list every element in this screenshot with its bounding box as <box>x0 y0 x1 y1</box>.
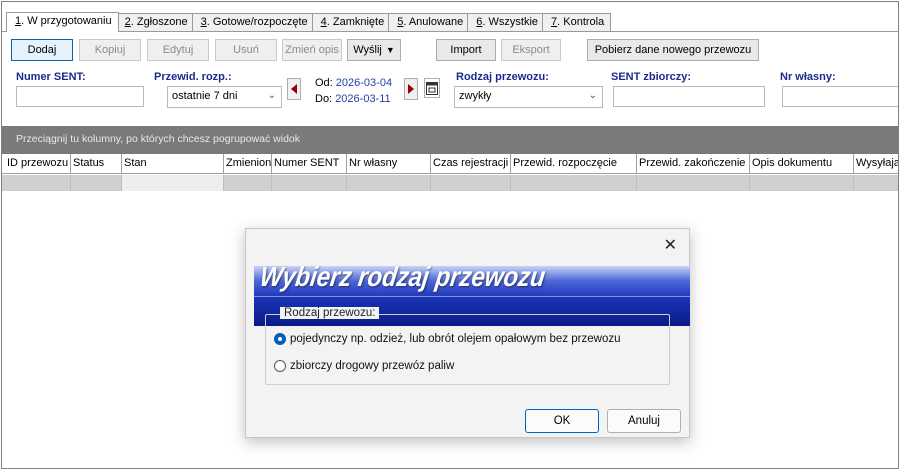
filter-cell[interactable] <box>347 175 431 191</box>
send-dropdown-button[interactable]: Wyślij ▼ <box>347 39 401 61</box>
tab-gotowe-rozpoczete[interactable]: 3. Gotowe/rozpoczęte <box>191 13 315 31</box>
arrow-left-icon <box>291 84 297 94</box>
transport-type-dialog: ✕ Wybierz rodzaj przewozu Rodzaj przewoz… <box>245 228 690 438</box>
tab-zgloszone[interactable]: 2. Zgłoszone <box>115 13 195 31</box>
planned-start-select[interactable]: ostatnie 7 dni ⌄ <box>167 86 282 108</box>
import-button[interactable]: Import <box>436 39 496 61</box>
filter-cell[interactable] <box>637 175 750 191</box>
column-header[interactable]: ID przewozu <box>5 154 71 174</box>
sent-number-label: Numer SENT: <box>16 71 86 83</box>
filter-cell[interactable] <box>71 175 122 191</box>
own-number-label: Nr własny: <box>780 71 836 83</box>
column-header[interactable]: Zmieniony <box>224 154 272 174</box>
grid-filter-row <box>2 175 898 191</box>
transport-type-select[interactable]: zwykły ⌄ <box>454 86 603 108</box>
date-to[interactable]: Do: 2026-03-11 <box>315 93 391 105</box>
fetch-new-transport-button[interactable]: Pobierz dane nowego przewozu <box>587 39 759 61</box>
filter-cell[interactable] <box>511 175 637 191</box>
filter-cell[interactable] <box>431 175 511 191</box>
collective-sent-input[interactable] <box>613 86 765 107</box>
change-description-button[interactable]: Zmień opis <box>282 39 342 61</box>
tab-strip: 1. W przygotowaniu 2. Zgłoszone 3. Gotow… <box>2 10 898 32</box>
column-header[interactable]: Numer SENT <box>272 154 347 174</box>
option-single[interactable]: pojedynczy np. odzież, lub obrót olejem … <box>274 333 621 345</box>
column-header[interactable]: Status <box>71 154 122 174</box>
chevron-down-icon: ▼ <box>385 45 395 55</box>
edit-button[interactable]: Edytuj <box>147 39 209 61</box>
arrow-right-icon <box>408 84 414 94</box>
option-collective[interactable]: zbiorczy drogowy przewóz paliw <box>274 360 454 372</box>
tab-w-przygotowaniu[interactable]: 1. W przygotowaniu <box>6 12 119 32</box>
sent-number-input[interactable] <box>16 86 144 107</box>
column-header[interactable]: Nr własny <box>347 154 431 174</box>
column-header[interactable]: Przewid. zakończenie <box>637 154 750 174</box>
chevron-down-icon: ⌄ <box>588 90 597 101</box>
tab-kontrola[interactable]: 7. Kontrola <box>542 13 612 31</box>
tab-zamkniete[interactable]: 4. Zamknięte <box>311 13 392 31</box>
group-by-panel[interactable]: Przeciągnij tu kolumny, po których chces… <box>2 126 898 154</box>
transport-type-group: Rodzaj przewozu: pojedynczy np. odzież, … <box>265 307 670 385</box>
filter-cell[interactable] <box>122 175 224 191</box>
column-header[interactable]: Stan <box>122 154 224 174</box>
tab-wszystkie[interactable]: 6. Wszystkie <box>467 13 546 31</box>
chevron-down-icon: ⌄ <box>267 90 276 101</box>
column-header[interactable]: Opis dokumentu <box>750 154 854 174</box>
tab-anulowane[interactable]: 5. Anulowane <box>388 13 471 31</box>
filter-cell[interactable] <box>750 175 854 191</box>
add-button[interactable]: Dodaj <box>11 39 73 61</box>
filter-cell[interactable] <box>272 175 347 191</box>
export-button[interactable]: Eksport <box>501 39 561 61</box>
prev-period-button[interactable] <box>287 78 301 100</box>
next-period-button[interactable] <box>404 78 418 100</box>
column-header[interactable]: Wysyłający <box>854 154 898 174</box>
date-from[interactable]: Od: 2026-03-04 <box>315 77 392 89</box>
radio-selected-icon[interactable] <box>274 333 286 345</box>
group-label: Rodzaj przewozu: <box>280 307 380 319</box>
transport-type-label: Rodzaj przewozu: <box>456 71 549 83</box>
close-icon[interactable]: ✕ <box>664 235 677 255</box>
radio-empty-icon[interactable] <box>274 360 286 372</box>
filter-cell[interactable] <box>854 175 898 191</box>
calendar-button[interactable] <box>424 78 440 98</box>
filter-cell[interactable] <box>5 175 71 191</box>
column-header[interactable]: Przewid. rozpoczęcie <box>511 154 637 174</box>
toolbar: Dodaj Kopiuj Edytuj Usuń Zmień opis Wyśl… <box>11 39 891 61</box>
ok-button[interactable]: OK <box>525 409 599 433</box>
own-number-input[interactable] <box>782 86 898 107</box>
delete-button[interactable]: Usuń <box>215 39 277 61</box>
planned-start-label: Przewid. rozp.: <box>154 71 232 83</box>
collective-sent-label: SENT zbiorczy: <box>611 71 692 83</box>
calendar-icon <box>426 82 438 95</box>
filter-cell[interactable] <box>224 175 272 191</box>
column-header[interactable]: Czas rejestracji <box>431 154 511 174</box>
grid-header: ID przewozu Status Stan Zmieniony Numer … <box>2 154 898 174</box>
cancel-button[interactable]: Anuluj <box>607 409 681 433</box>
dialog-title: Wybierz rodzaj przewozu <box>257 261 548 293</box>
copy-button[interactable]: Kopiuj <box>79 39 141 61</box>
